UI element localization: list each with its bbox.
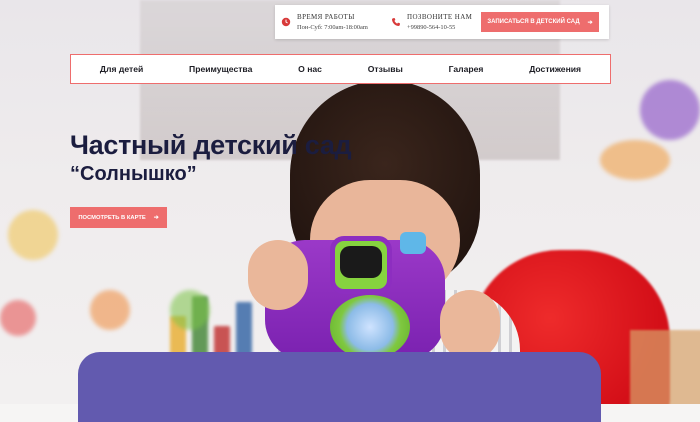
enroll-button[interactable]: ЗАПИСАТЬСЯ В ДЕТСКИЙ САД ➔: [481, 12, 599, 32]
arrow-right-icon: ➔: [153, 214, 159, 221]
call-us: ПОЗВОНИТЕ НАМ +99890-564-10-55: [391, 11, 472, 33]
child-hand-right: [440, 290, 500, 360]
arrow-right-icon: ➔: [587, 19, 593, 26]
main-nav: Для детей Преимущества О нас Отзывы Гала…: [70, 54, 611, 84]
hours-value: Пон-Суб: 7:00am-18:00am: [297, 24, 368, 31]
page-subtitle: “Солнышко”: [70, 163, 197, 185]
nav-item-reviews[interactable]: Отзывы: [368, 64, 403, 74]
info-card: [78, 352, 601, 422]
hours-title: ВРЕМЯ РАБОТЫ: [297, 13, 355, 21]
nav-item-advantages[interactable]: Преимущества: [189, 64, 252, 74]
nav-item-for-kids[interactable]: Для детей: [100, 64, 143, 74]
enroll-button-label: ЗАПИСАТЬСЯ В ДЕТСКИЙ САД: [487, 19, 580, 25]
call-title: ПОЗВОНИТЕ НАМ: [407, 13, 473, 21]
child-hand-left: [248, 240, 308, 310]
view-on-map-button[interactable]: ПОСМОТРЕТЬ В КАРТЕ ➔: [70, 207, 167, 228]
call-value[interactable]: +99890-564-10-55: [407, 23, 472, 33]
nav-item-gallery[interactable]: Галарея: [449, 64, 484, 74]
page-title: Частный детский сад: [70, 130, 352, 160]
clock-icon: [281, 17, 291, 27]
toy-camera-lens: [330, 295, 410, 359]
nav-item-about[interactable]: О нас: [298, 64, 322, 74]
phone-icon: [392, 18, 400, 26]
contact-bar: ВРЕМЯ РАБОТЫ Пон-Суб: 7:00am-18:00am ПОЗ…: [275, 5, 609, 39]
working-hours: ВРЕМЯ РАБОТЫ Пон-Суб: 7:00am-18:00am: [281, 11, 368, 33]
nav-item-achievements[interactable]: Достижения: [529, 64, 581, 74]
view-on-map-label: ПОСМОТРЕТЬ В КАРТЕ: [78, 214, 146, 221]
